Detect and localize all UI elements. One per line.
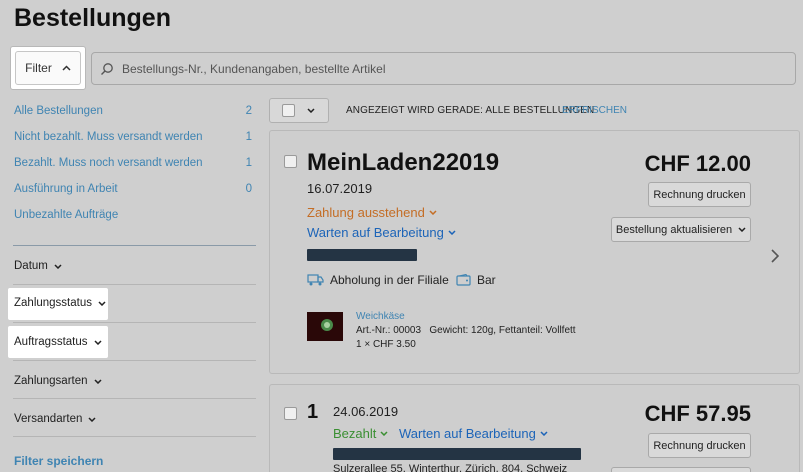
sidebar-item-unpaid-to-ship[interactable]: Nicht bezahlt. Muss versandt werden — [14, 131, 203, 143]
chevron-up-icon — [62, 65, 71, 71]
showing-label: ANGEZEIGT WIRD GERADE: ALLE BESTELLUNGEN — [346, 105, 595, 116]
chevron-down-icon — [738, 227, 746, 232]
order-checkbox[interactable] — [284, 155, 297, 168]
facet-divider — [13, 398, 256, 399]
chevron-down-icon — [448, 230, 456, 235]
chevron-down-icon — [94, 378, 102, 384]
save-filter-link[interactable]: Filter speichern — [14, 454, 103, 468]
product-qty-price: 1 × CHF 3.50 — [356, 339, 416, 350]
redacted-customer-info — [333, 448, 581, 460]
sidebar-item-in-progress[interactable]: Ausführung in Arbeit — [14, 183, 118, 195]
facet-payment-status-label: Zahlungsstatus — [14, 297, 92, 309]
order-date: 16.07.2019 — [307, 181, 373, 196]
order-name[interactable]: MeinLaden22019 — [307, 149, 499, 177]
update-order-label: Bestellung aktualisieren — [615, 223, 733, 236]
payment-status-label: Bezahlt — [333, 426, 377, 441]
chevron-down-icon — [307, 108, 315, 113]
facet-divider — [13, 360, 256, 361]
sidebar-count-unpaid-to-ship: 1 — [245, 131, 252, 143]
delivery-method: Abholung in der Filiale — [307, 273, 449, 287]
order-amount: CHF 12.00 — [644, 151, 751, 176]
fulfillment-status-dropdown[interactable]: Warten auf Bearbeitung — [307, 225, 456, 240]
order-checkbox[interactable] — [284, 407, 297, 420]
chevron-right-icon[interactable] — [770, 249, 779, 263]
order-amount: CHF 57.95 — [644, 401, 751, 426]
chevron-down-icon — [54, 263, 62, 269]
facet-order-status[interactable]: Auftragsstatus — [14, 336, 102, 348]
search-input[interactable]: Bestellungs-Nr., Kundenangaben, bestellt… — [91, 52, 796, 85]
sidebar-divider — [13, 245, 256, 246]
sidebar-item-all[interactable]: Alle Bestellungen — [14, 105, 103, 117]
print-invoice-button[interactable]: Rechnung drucken — [648, 433, 751, 458]
facet-divider — [13, 436, 256, 437]
fulfillment-status-dropdown[interactable]: Warten auf Bearbeitung — [399, 426, 548, 441]
chevron-down-icon — [540, 431, 548, 436]
search-icon — [101, 62, 113, 75]
sidebar-count-all: 2 — [245, 105, 252, 117]
search-placeholder: Bestellungs-Nr., Kundenangaben, bestellt… — [122, 61, 386, 76]
order-card[interactable]: MeinLaden22019 16.07.2019 Zahlung ausste… — [269, 130, 800, 374]
filter-label: Filter — [25, 61, 52, 75]
order-name[interactable]: 1 — [307, 401, 318, 424]
print-invoice-label: Rechnung drucken — [653, 188, 746, 201]
facet-payment-methods-label: Zahlungsarten — [14, 375, 88, 387]
chevron-down-icon — [88, 416, 96, 422]
filter-toggle-highlight: Filter — [10, 46, 86, 90]
print-invoice-button[interactable]: Rechnung drucken — [648, 182, 751, 207]
payment-method-label: Bar — [477, 273, 496, 287]
customer-address: Sulzerallee 55, Winterthur, Zürich, 804,… — [333, 463, 568, 472]
fulfillment-status-label: Warten auf Bearbeitung — [307, 225, 444, 240]
payment-status-label: Zahlung ausstehend — [307, 205, 425, 220]
chevron-down-icon — [93, 339, 102, 345]
sidebar-item-paid-to-ship[interactable]: Bezahlt. Muss noch versandt werden — [14, 157, 203, 169]
facet-divider — [13, 322, 256, 323]
chevron-down-icon — [429, 210, 437, 215]
truck-icon — [307, 274, 324, 286]
select-all-dropdown[interactable] — [269, 98, 329, 123]
sidebar-count-paid-to-ship: 1 — [245, 157, 252, 169]
wallet-icon — [456, 274, 471, 286]
refresh-link[interactable]: ERFRISCHEN — [562, 105, 627, 116]
update-order-button[interactable]: Bestellung aktualisieren — [611, 217, 751, 242]
product-details: Art.-Nr.: 00003 Gewicht: 120g, Fettantei… — [356, 325, 576, 336]
delivery-label: Abholung in der Filiale — [330, 273, 449, 287]
fulfillment-status-label: Warten auf Bearbeitung — [399, 426, 536, 441]
facet-date-label: Datum — [14, 260, 48, 272]
payment-status-dropdown[interactable]: Bezahlt — [333, 426, 388, 441]
page-title: Bestellungen — [14, 4, 171, 32]
facet-order-status-label: Auftragsstatus — [14, 336, 88, 348]
payment-status-dropdown[interactable]: Zahlung ausstehend — [307, 205, 437, 220]
order-card[interactable]: 1 24.06.2019 Bezahlt Warten auf Bearbeit… — [269, 384, 800, 472]
print-invoice-label: Rechnung drucken — [653, 439, 746, 452]
chevron-down-icon — [98, 300, 106, 306]
facet-shipping-methods-label: Versandarten — [14, 413, 83, 425]
facet-payment-methods[interactable]: Zahlungsarten — [14, 375, 102, 387]
sidebar-count-in-progress: 0 — [245, 183, 252, 195]
update-order-button[interactable] — [611, 467, 751, 472]
product-thumbnail[interactable] — [307, 312, 343, 341]
product-name[interactable]: Weichkäse — [356, 311, 405, 322]
redacted-customer-info — [307, 249, 417, 261]
facet-divider — [13, 284, 256, 285]
sidebar-item-unpaid-orders[interactable]: Unbezahlte Aufträge — [14, 209, 118, 221]
payment-method: Bar — [456, 273, 496, 287]
filter-button[interactable]: Filter — [15, 51, 81, 85]
facet-date[interactable]: Datum — [14, 260, 62, 272]
facet-shipping-methods[interactable]: Versandarten — [14, 413, 96, 425]
chevron-down-icon — [380, 431, 388, 436]
order-date: 24.06.2019 — [333, 404, 399, 419]
facet-payment-status[interactable]: Zahlungsstatus — [14, 297, 106, 309]
select-all-checkbox[interactable] — [282, 104, 295, 117]
